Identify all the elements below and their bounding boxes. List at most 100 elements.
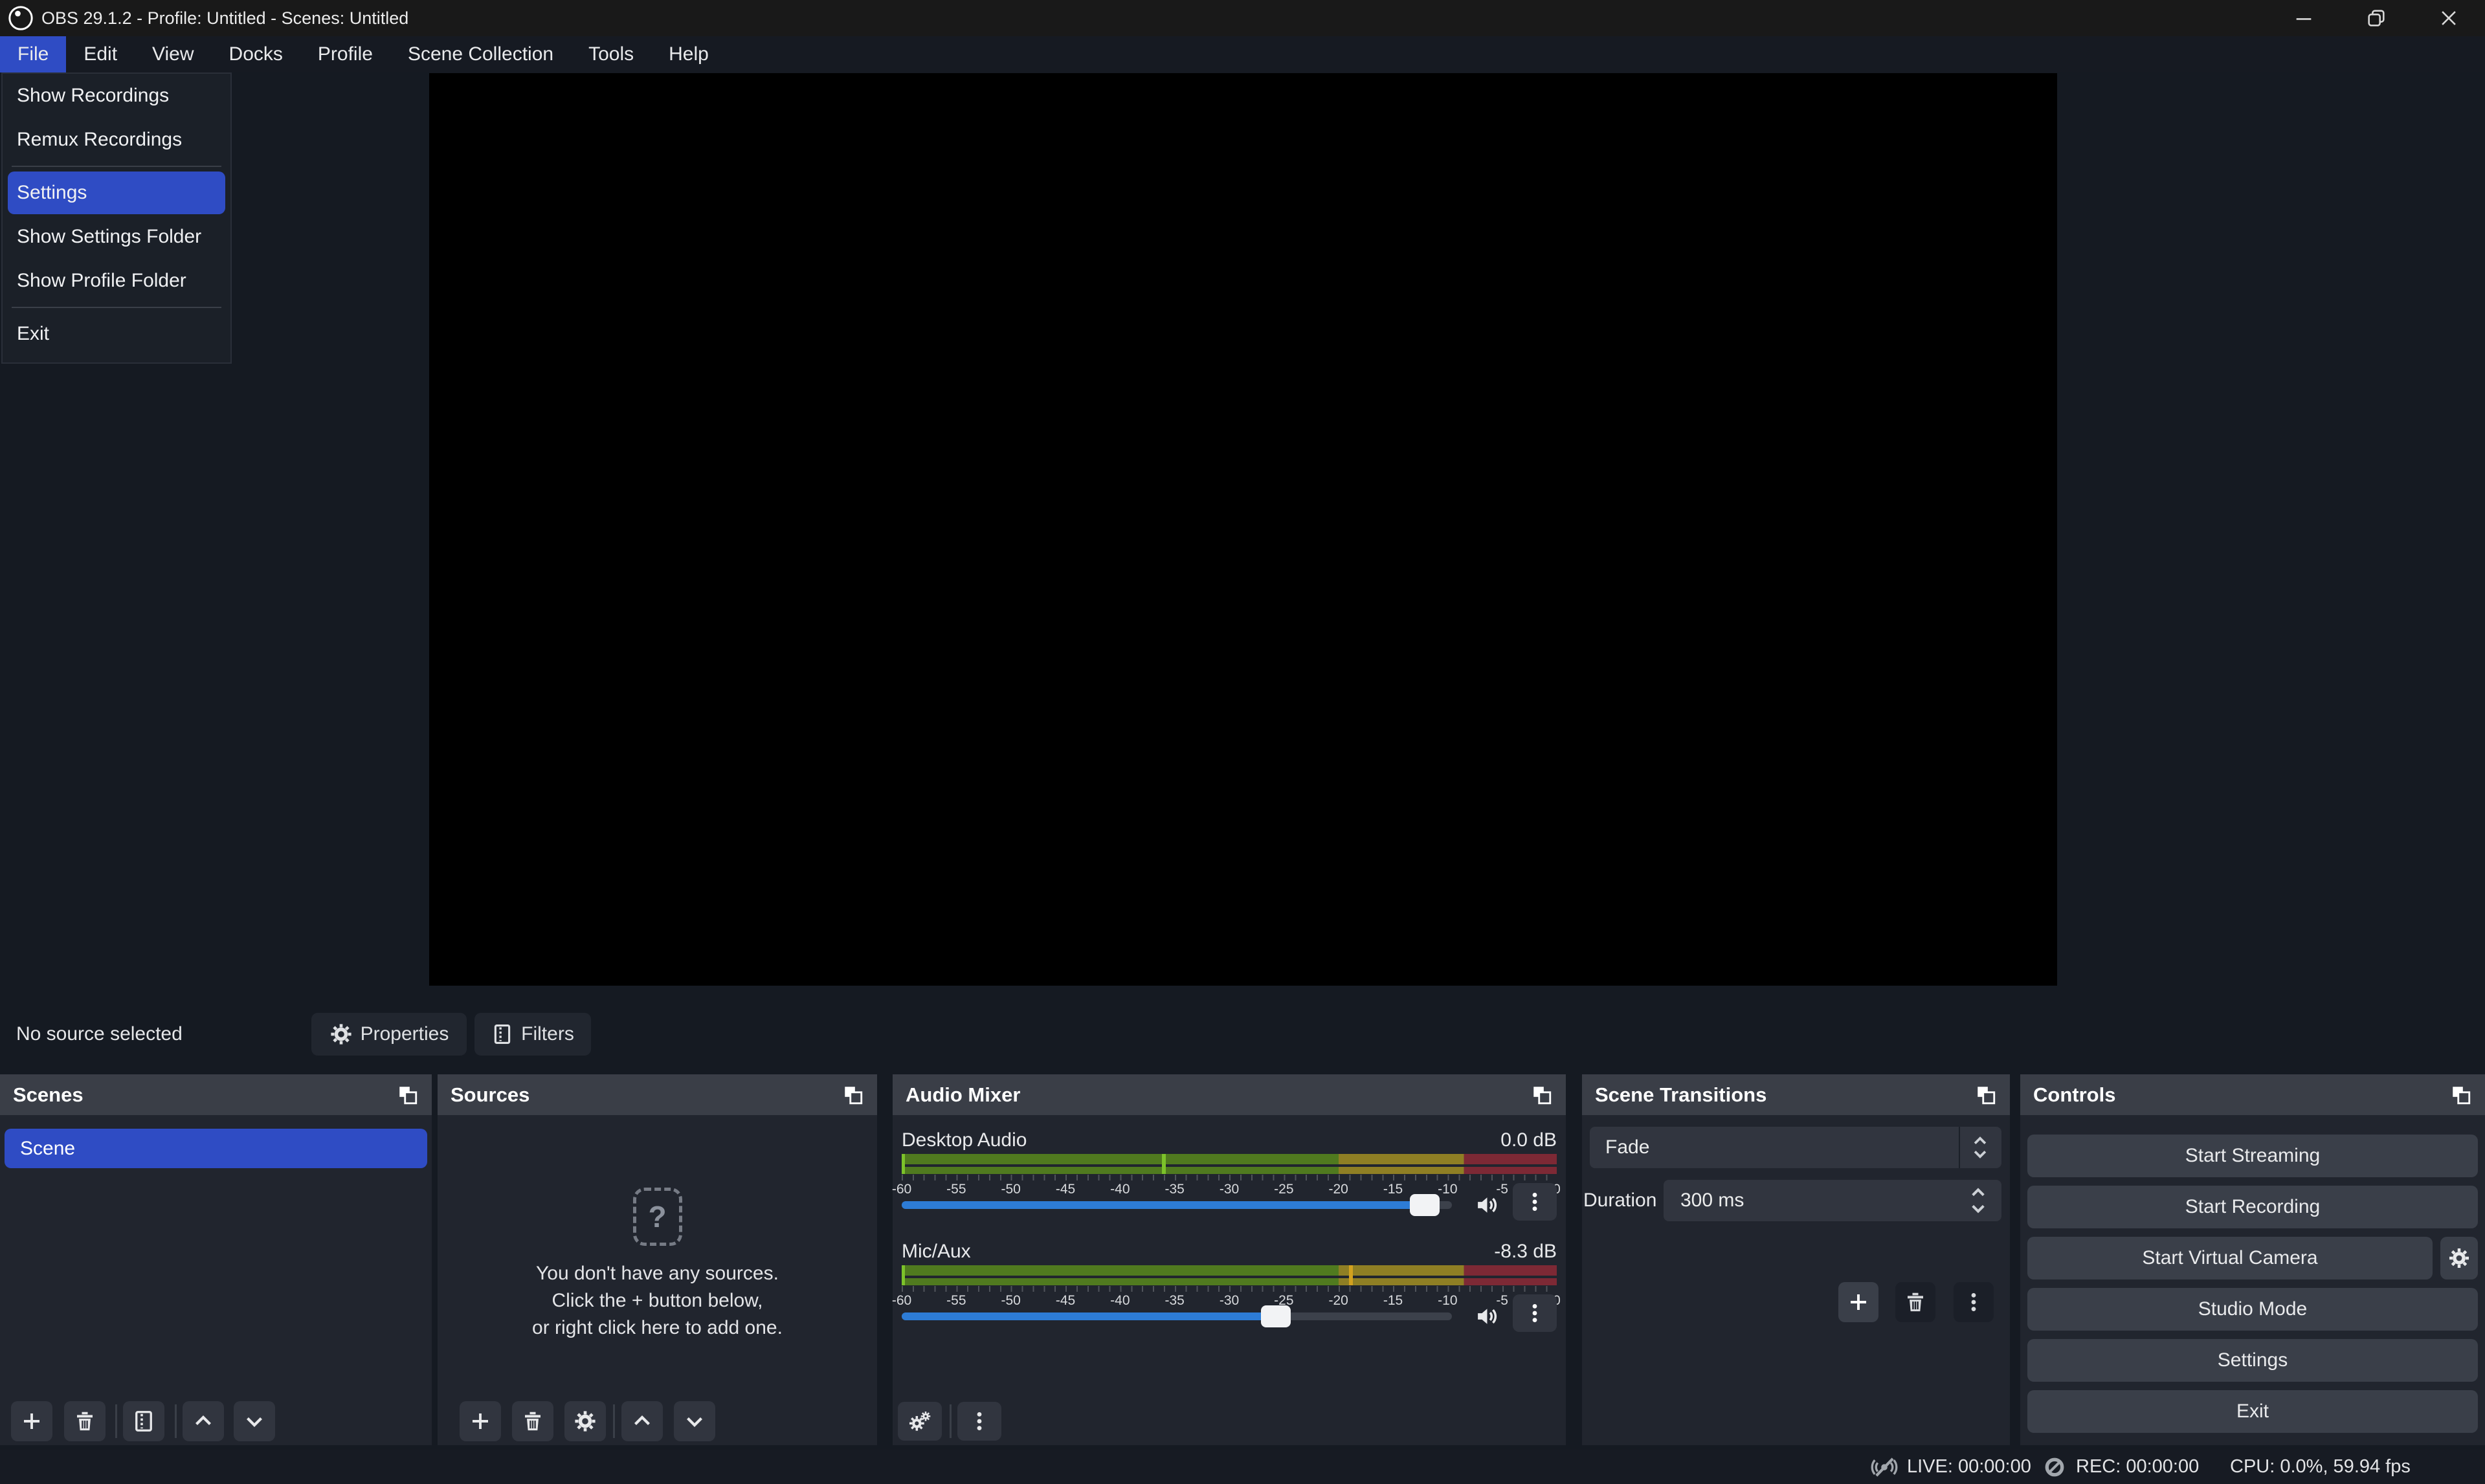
channel-name: Mic/Aux bbox=[902, 1241, 971, 1263]
close-button[interactable] bbox=[2413, 0, 2485, 36]
add-scene-button[interactable] bbox=[11, 1401, 52, 1441]
start-virtual-camera-button[interactable]: Start Virtual Camera bbox=[2027, 1237, 2433, 1279]
scene-list-item-selected[interactable]: Scene bbox=[5, 1129, 427, 1168]
volume-slider[interactable] bbox=[902, 1312, 1452, 1320]
menu-docks[interactable]: Docks bbox=[212, 36, 300, 72]
properties-button[interactable]: Properties bbox=[311, 1013, 467, 1056]
scenes-panel-header: Scenes bbox=[0, 1074, 432, 1115]
volume-slider[interactable] bbox=[902, 1201, 1452, 1209]
remove-scene-button[interactable] bbox=[64, 1401, 106, 1441]
properties-button-label: Properties bbox=[361, 1023, 449, 1045]
db-scale-label: -40 bbox=[1110, 1182, 1130, 1197]
sources-panel-title: Sources bbox=[451, 1083, 529, 1107]
remove-source-button[interactable] bbox=[512, 1401, 553, 1441]
record-inactive-icon bbox=[2042, 1455, 2067, 1479]
settings-button[interactable]: Settings bbox=[2027, 1339, 2478, 1382]
toolbar-separator bbox=[115, 1404, 117, 1438]
panel-popout-icon[interactable] bbox=[842, 1084, 864, 1106]
restore-button[interactable] bbox=[2340, 0, 2413, 36]
channel-options-button[interactable] bbox=[1513, 1183, 1557, 1221]
speaker-icon[interactable] bbox=[1474, 1303, 1501, 1330]
file-menu-remux-recordings[interactable]: Remux Recordings bbox=[3, 118, 230, 162]
menu-edit[interactable]: Edit bbox=[66, 36, 135, 72]
filter-icon bbox=[491, 1023, 513, 1045]
scene-transitions-panel: Scene Transitions Fade Duration bbox=[1582, 1074, 2010, 1445]
menu-bar: File Edit View Docks Profile Scene Colle… bbox=[0, 36, 2485, 72]
db-tick-marks bbox=[902, 1286, 1557, 1292]
file-menu-show-profile-folder[interactable]: Show Profile Folder bbox=[3, 259, 230, 303]
add-source-button[interactable] bbox=[460, 1401, 501, 1441]
db-scale-label: -45 bbox=[1056, 1293, 1075, 1309]
studio-mode-button[interactable]: Studio Mode bbox=[2027, 1288, 2478, 1331]
db-scale-label: -55 bbox=[946, 1182, 966, 1197]
transition-select[interactable]: Fade bbox=[1590, 1127, 2001, 1168]
file-menu-exit[interactable]: Exit bbox=[3, 312, 230, 356]
scene-filters-button[interactable] bbox=[123, 1401, 164, 1441]
spinbox-arrows-icon[interactable] bbox=[1965, 1183, 1991, 1218]
db-scale-label: -55 bbox=[946, 1293, 966, 1309]
obs-logo-icon bbox=[8, 5, 34, 31]
add-transition-button[interactable] bbox=[1838, 1282, 1878, 1322]
menu-scene-collection[interactable]: Scene Collection bbox=[390, 36, 571, 72]
advanced-audio-properties-button[interactable] bbox=[898, 1402, 942, 1441]
db-scale-label: -30 bbox=[1220, 1293, 1239, 1309]
controls-panel: Controls Start Streaming Start Recording… bbox=[2020, 1074, 2485, 1445]
status-bar: LIVE: 00:00:00 REC: 00:00:00 CPU: 0.0%, … bbox=[0, 1450, 2485, 1484]
panel-popout-icon[interactable] bbox=[2450, 1084, 2472, 1106]
start-streaming-button[interactable]: Start Streaming bbox=[2027, 1135, 2478, 1177]
panel-popout-icon[interactable] bbox=[1531, 1084, 1553, 1106]
stream-inactive-icon bbox=[1871, 1454, 1898, 1481]
move-scene-up-button[interactable] bbox=[183, 1401, 224, 1441]
scenes-list: Scene bbox=[0, 1115, 432, 1445]
remove-transition-button[interactable] bbox=[1895, 1282, 1935, 1322]
file-menu-show-settings-folder[interactable]: Show Settings Folder bbox=[3, 215, 230, 259]
mixer-options-button[interactable] bbox=[957, 1402, 1001, 1441]
db-scale-label: -35 bbox=[1164, 1182, 1184, 1197]
minimize-button[interactable] bbox=[2268, 0, 2340, 36]
move-scene-down-button[interactable] bbox=[234, 1401, 275, 1441]
meter-peak-tick bbox=[1162, 1154, 1166, 1174]
scenes-panel: Scenes Scene bbox=[0, 1074, 432, 1445]
rec-status: REC: 00:00:00 bbox=[2042, 1450, 2199, 1484]
menu-file[interactable]: File bbox=[0, 36, 66, 72]
duration-label: Duration bbox=[1583, 1180, 1656, 1221]
panel-popout-icon[interactable] bbox=[1975, 1084, 1997, 1106]
menu-tools[interactable]: Tools bbox=[571, 36, 651, 72]
transition-options-button[interactable] bbox=[1954, 1282, 1994, 1322]
exit-button[interactable]: Exit bbox=[2027, 1390, 2478, 1433]
meter-peak-tick bbox=[1349, 1265, 1353, 1285]
menu-separator bbox=[3, 303, 230, 312]
duration-spinbox[interactable]: 300 ms bbox=[1664, 1180, 2001, 1221]
scenes-panel-title: Scenes bbox=[13, 1083, 84, 1107]
live-status: LIVE: 00:00:00 bbox=[1871, 1450, 2031, 1484]
volume-slider-handle[interactable] bbox=[1410, 1194, 1440, 1216]
sources-list[interactable]: ? You don't have any sources. Click the … bbox=[438, 1115, 877, 1445]
db-scale-label: -20 bbox=[1328, 1293, 1348, 1309]
file-menu-settings[interactable]: Settings bbox=[8, 172, 225, 214]
db-scale: -60-55-50-45-40-35-30-25-20-15-10-50 bbox=[902, 1182, 1557, 1199]
volume-slider-handle[interactable] bbox=[1261, 1305, 1291, 1327]
move-source-up-button[interactable] bbox=[621, 1401, 663, 1441]
file-menu-show-recordings[interactable]: Show Recordings bbox=[3, 74, 230, 118]
source-properties-button[interactable] bbox=[564, 1401, 606, 1441]
filters-button[interactable]: Filters bbox=[474, 1013, 591, 1056]
duration-value: 300 ms bbox=[1664, 1190, 1744, 1212]
volume-meter bbox=[902, 1265, 1557, 1285]
db-scale-label: -30 bbox=[1220, 1182, 1239, 1197]
menu-help[interactable]: Help bbox=[651, 36, 726, 72]
volume-meter bbox=[902, 1154, 1557, 1174]
start-recording-button[interactable]: Start Recording bbox=[2027, 1186, 2478, 1228]
move-source-down-button[interactable] bbox=[674, 1401, 715, 1441]
scene-transitions-title: Scene Transitions bbox=[1595, 1083, 1766, 1107]
speaker-icon[interactable] bbox=[1474, 1191, 1501, 1219]
menu-profile[interactable]: Profile bbox=[300, 36, 390, 72]
menu-view[interactable]: View bbox=[135, 36, 211, 72]
virtual-camera-settings-button[interactable] bbox=[2440, 1237, 2478, 1279]
channel-db-value: 0.0 dB bbox=[1500, 1129, 1557, 1151]
channel-options-button[interactable] bbox=[1513, 1294, 1557, 1332]
preview-canvas bbox=[429, 73, 2057, 986]
window-title: OBS 29.1.2 - Profile: Untitled - Scenes:… bbox=[41, 8, 408, 28]
meter-input-tick bbox=[902, 1154, 905, 1174]
panel-popout-icon[interactable] bbox=[397, 1084, 419, 1106]
db-scale-label: -45 bbox=[1056, 1182, 1075, 1197]
